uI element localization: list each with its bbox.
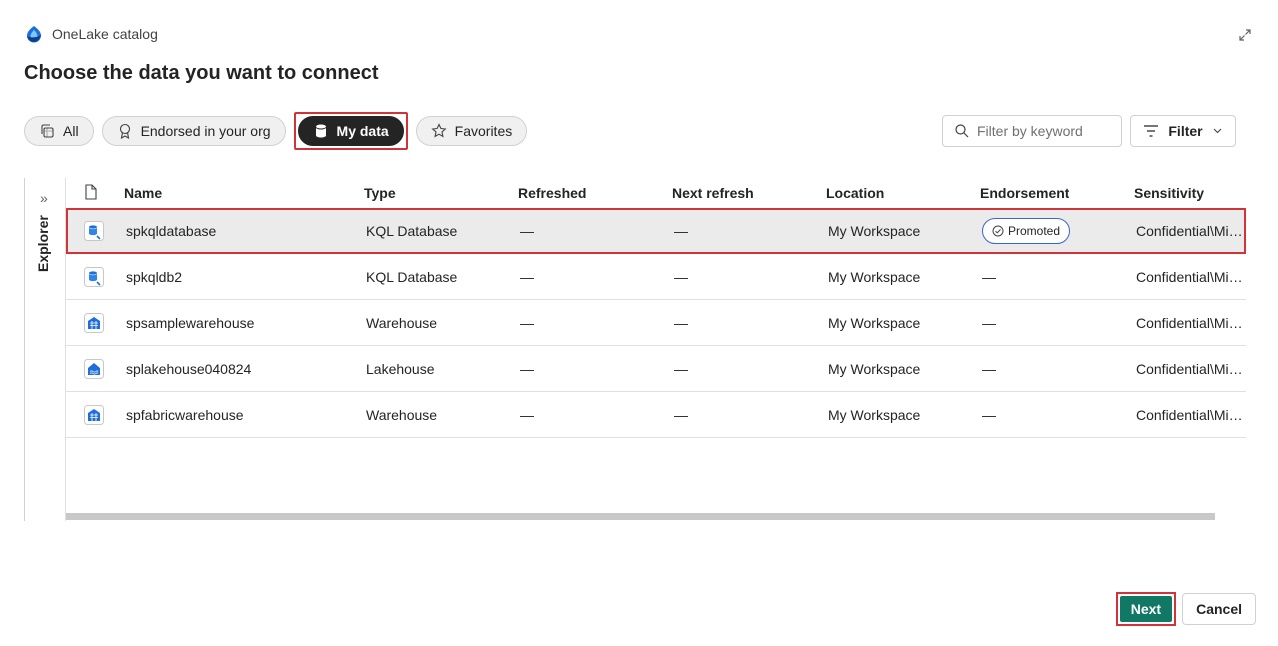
row-name: splakehouse040824	[126, 360, 252, 377]
column-header-location[interactable]: Location	[826, 185, 884, 201]
row-location: My Workspace	[828, 360, 921, 377]
row-location: My Workspace	[828, 268, 921, 285]
explorer-label: Explorer	[35, 215, 51, 272]
search-input[interactable]	[977, 123, 1107, 139]
kql-database-icon	[84, 220, 104, 241]
row-next-refresh: —	[674, 314, 688, 331]
warehouse-icon	[84, 404, 104, 425]
star-icon	[431, 123, 447, 138]
category-pills: All Endorsed in your org My data Favorit…	[24, 112, 528, 150]
row-location: My Workspace	[828, 406, 921, 423]
table-row[interactable]: spkqldatabase KQL Database — — My Worksp…	[66, 208, 1246, 254]
pill-all[interactable]: All	[24, 116, 94, 146]
row-type: KQL Database	[366, 222, 458, 239]
row-name: spkqldatabase	[126, 222, 217, 239]
row-refreshed: —	[520, 314, 534, 331]
filter-label: Filter	[1168, 123, 1203, 139]
pill-label: Endorsed in your org	[140, 123, 271, 139]
row-next-refresh: —	[674, 222, 688, 239]
page-title: Choose the data you want to connect	[24, 62, 379, 84]
row-next-refresh: —	[674, 360, 688, 377]
search-icon	[955, 124, 969, 138]
database-icon	[315, 124, 326, 138]
row-refreshed: —	[520, 406, 534, 423]
row-next-refresh: —	[674, 406, 688, 423]
column-header-sensitivity[interactable]: Sensitivity	[1134, 185, 1244, 201]
pill-endorsed[interactable]: Endorsed in your org	[101, 116, 286, 146]
row-refreshed: —	[520, 360, 534, 377]
kql-database-icon	[84, 266, 104, 287]
promoted-badge: Promoted	[982, 217, 1071, 244]
filter-button[interactable]: Filter	[1130, 115, 1236, 147]
row-type: KQL Database	[366, 268, 458, 285]
row-sensitivity: Confidential\Microsoft Extended	[1136, 222, 1244, 239]
lakehouse-icon	[84, 358, 104, 379]
pill-favorites[interactable]: Favorites	[415, 116, 528, 146]
warehouse-icon	[84, 312, 104, 333]
row-type: Warehouse	[366, 314, 438, 331]
row-endorsement: —	[982, 360, 996, 377]
check-circle-icon	[992, 225, 1004, 236]
dialog-header: OneLake catalog	[24, 24, 158, 44]
dialog-footer: Next Cancel	[1115, 592, 1256, 626]
ribbon-icon	[119, 123, 130, 139]
row-type: Warehouse	[366, 406, 438, 423]
copy-stack-icon	[41, 124, 54, 138]
chevron-double-right-icon[interactable]: »	[40, 190, 48, 206]
cancel-button[interactable]: Cancel	[1182, 593, 1256, 625]
pill-label: My data	[336, 123, 389, 139]
badge-label: Promoted	[1008, 223, 1061, 238]
pill-my-data[interactable]: My data	[297, 116, 404, 146]
keyword-search[interactable]	[942, 115, 1122, 147]
onelake-logo-icon	[27, 26, 41, 43]
row-endorsement: —	[982, 268, 996, 285]
filter-icon	[1144, 125, 1159, 137]
row-name: spfabricwarehouse	[126, 406, 244, 423]
column-header-refreshed[interactable]: Refreshed	[518, 185, 586, 201]
document-icon	[84, 183, 98, 203]
row-name: spkqldb2	[126, 268, 183, 285]
row-sensitivity: Confidential\Microsoft Extended	[1136, 314, 1244, 331]
row-endorsement: —	[982, 314, 996, 331]
my-data-highlight: My data	[293, 112, 408, 150]
row-name: spsamplewarehouse	[126, 314, 255, 331]
row-next-refresh: —	[674, 268, 688, 285]
chevron-down-icon	[1213, 128, 1221, 134]
table-row[interactable]: spkqldb2 KQL Database — — My Workspace —…	[66, 254, 1246, 300]
row-location: My Workspace	[828, 314, 921, 331]
column-header-next-refresh[interactable]: Next refresh	[672, 185, 754, 201]
table-row[interactable]: spfabricwarehouse Warehouse — — My Works…	[66, 392, 1246, 438]
row-sensitivity: Confidential\Microsoft Extended	[1136, 360, 1244, 377]
explorer-panel: » Explorer	[24, 178, 66, 521]
row-location: My Workspace	[828, 222, 921, 239]
table-row[interactable]: splakehouse040824 Lakehouse — — My Works…	[66, 346, 1246, 392]
row-refreshed: —	[520, 268, 534, 285]
table-header: Name Type Refreshed Next refresh Locatio…	[66, 178, 1246, 208]
app-title: OneLake catalog	[52, 26, 158, 42]
column-header-name[interactable]: Name	[124, 185, 162, 201]
pill-label: All	[63, 123, 79, 139]
row-refreshed: —	[520, 222, 534, 239]
row-sensitivity: Confidential\Microsoft Extended	[1136, 406, 1244, 423]
next-highlight: Next	[1115, 592, 1177, 626]
expand-icon[interactable]	[1238, 28, 1254, 44]
column-header-type[interactable]: Type	[364, 185, 396, 201]
horizontal-scrollbar[interactable]	[66, 513, 1215, 520]
row-sensitivity: Confidential\Microsoft Extended	[1136, 268, 1244, 285]
row-endorsement: —	[982, 406, 996, 423]
data-table: Name Type Refreshed Next refresh Locatio…	[66, 178, 1246, 438]
pill-label: Favorites	[454, 123, 513, 139]
next-button[interactable]: Next	[1119, 596, 1173, 622]
row-type: Lakehouse	[366, 360, 435, 377]
row-endorsement: Promoted	[982, 217, 1071, 244]
table-row[interactable]: spsamplewarehouse Warehouse — — My Works…	[66, 300, 1246, 346]
column-header-endorsement[interactable]: Endorsement	[980, 185, 1069, 201]
